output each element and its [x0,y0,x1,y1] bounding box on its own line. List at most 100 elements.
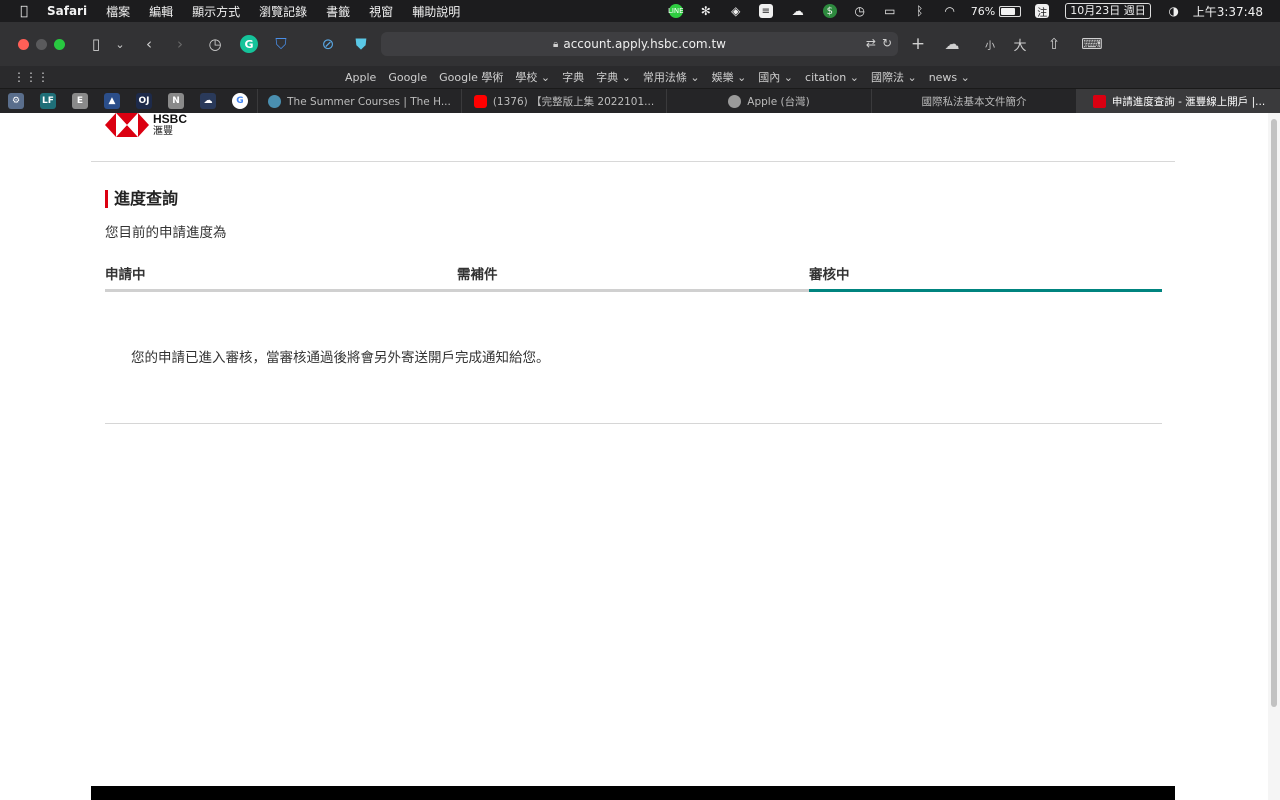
apple-menu-icon[interactable]:  [17,4,31,19]
page-scrollbar[interactable] [1268,113,1280,800]
bookmark-folder-school[interactable]: 學校 ⌄ [515,69,550,85]
step-documents-needed: 需補件 [457,263,809,295]
web-page: HSBC 滙豐 進度查詢 您目前的申請進度為 申請中 需補件 審核中 您的申請已… [0,113,1268,800]
url-text: account.apply.hsbc.com.tw [563,37,726,51]
step-applying: 申請中 [105,263,457,295]
menu-bar:  Safari 檔案 編輯 顯示方式 瀏覽記錄 書籤 視窗 輔助說明 LINE… [0,0,1280,22]
bookmark-folder-news[interactable]: news ⌄ [929,71,970,84]
translate-icon[interactable]: ⇄ [866,36,876,50]
chevron-down-icon[interactable]: ⌄ [111,35,129,53]
bookmark-apple[interactable]: Apple [345,71,376,84]
bookmark-google-scholar[interactable]: Google 學術 [439,69,503,85]
grammarly-icon[interactable]: G [240,35,258,53]
clock[interactable]: 上午3:37:48 [1193,3,1263,20]
menu-edit[interactable]: 編輯 [149,3,173,20]
bookmark-folder-entertainment[interactable]: 娛樂 ⌄ [712,69,747,85]
bookmark-folder-statutes[interactable]: 常用法條 ⌄ [643,69,700,85]
forward-button[interactable]: › [171,35,189,53]
battery-percent: 76% [970,4,996,18]
keyboard-icon[interactable]: ⌨ [1081,35,1103,53]
step-label: 審核中 [809,267,850,283]
apple-icon [728,95,742,108]
progress-steps: 申請中 需補件 審核中 [105,263,1162,295]
tab-title: 國際私法基本文件簡介 [921,96,1027,108]
header-divider [91,161,1175,162]
input-method-icon[interactable]: 注 [1035,4,1050,19]
step-bar [457,289,809,292]
control-center-icon[interactable]: ◑ [1167,4,1181,18]
tab-youtube[interactable]: (1376) 【完整版上集 2022101... [461,89,666,114]
text-larger-button[interactable]: 大 [1011,35,1029,54]
tab-bar: ⚙ LF E ▲ OJ N ☁ G The Summer Courses | The H...… [0,88,1280,114]
address-bar[interactable]: 🔒︎ account.apply.hsbc.com.tw ⇄ ↻ [381,32,898,56]
bitwarden-icon[interactable]: ⛉ [272,35,290,53]
notion-icon[interactable]: N [168,93,184,109]
hsbc-logo-text[interactable]: HSBC 滙豐 [153,113,187,138]
lock-icon: 🔒︎ [553,38,559,50]
cloud-icon[interactable]: ☁ [789,4,807,18]
tab-hsbc-progress[interactable]: 申請進度查詢 - 滙豐線上開戶 |... [1076,89,1280,114]
dollar-icon[interactable]: $ [822,4,837,18]
minimize-window-button[interactable] [36,39,47,50]
oj-icon[interactable]: OJ [136,93,152,109]
lf-icon[interactable]: LF [40,93,56,109]
app-name-menu[interactable]: Safari [47,4,87,18]
menu-window[interactable]: 視窗 [369,3,393,20]
menu-history[interactable]: 瀏覽記錄 [259,3,307,20]
tab-title: Apple (台灣) [747,96,810,108]
onedrive-icon[interactable]: ☁ [200,93,216,109]
shield-icon[interactable]: ⛊ [352,35,370,53]
sidebar-toggle-icon[interactable]: ▯ [87,35,105,53]
dropbox-icon[interactable]: ◈ [729,4,743,18]
tab-private-intl-law[interactable]: 國際私法基本文件簡介 [871,89,1076,114]
line-icon[interactable]: LINE [668,4,684,18]
bookmark-folder-dictionary[interactable]: 字典 ⌄ [596,69,631,85]
tab-summer-courses[interactable]: The Summer Courses | The H... [257,89,461,114]
bookmark-folder-citation[interactable]: citation ⌄ [805,71,859,84]
section-title: 進度查詢 [105,190,178,208]
icloud-tabs-icon[interactable]: ☁ [943,35,961,53]
section-subtitle: 您目前的申請進度為 [105,225,227,241]
bookmarks-bar: ⋮⋮⋮ Apple Google Google 學術 學校 ⌄ 字典 字典 ⌄ … [0,66,1280,88]
menu-help[interactable]: 輔助說明 [412,3,460,20]
bookmark-google[interactable]: Google [388,71,427,84]
scrollbar-thumb[interactable] [1271,119,1277,707]
tab-apple-taiwan[interactable]: Apple (台灣) [666,89,871,114]
bookmark-folder-intl-law[interactable]: 國際法 ⌄ [871,69,917,85]
share-icon[interactable]: ⇧ [1045,35,1063,53]
wifi-icon[interactable]: ◠ [943,4,957,18]
reload-icon[interactable]: ↻ [882,36,892,50]
content-divider [105,423,1162,424]
triangle-icon[interactable]: ▲ [104,93,120,109]
compass-icon[interactable]: ⊘ [319,35,337,53]
step-label: 申請中 [105,267,146,283]
logo-english: HSBC [153,113,188,126]
new-tab-icon[interactable]: + [909,34,927,54]
gear-icon[interactable]: ⚙ [8,93,24,109]
step-label: 需補件 [457,267,498,283]
date-display[interactable]: 10月23日 週日 [1065,3,1151,19]
tab-title: 申請進度查詢 - 滙豐線上開戶 |... [1111,96,1266,108]
text-smaller-button[interactable]: 小 [981,35,999,53]
battery-indicator[interactable]: 76% [970,4,1022,18]
step-bar [105,289,457,292]
aperture-icon[interactable]: ✻ [699,4,713,18]
back-button[interactable]: ‹ [140,35,158,53]
menu-view[interactable]: 顯示方式 [192,3,240,20]
fullscreen-window-button[interactable] [54,39,65,50]
close-window-button[interactable] [18,39,29,50]
bookmark-folder-domestic[interactable]: 國內 ⌄ [758,69,793,85]
notes-icon[interactable]: ≡ [758,4,773,18]
history-icon[interactable]: ◷ [206,35,224,53]
youtube-icon [473,95,487,108]
bookmark-dictionary[interactable]: 字典 [562,69,584,85]
bluetooth-icon[interactable]: ᛒ [913,4,927,18]
google-icon[interactable]: G [232,93,248,109]
menu-bookmarks[interactable]: 書籤 [326,3,350,20]
hsbc-logo-icon[interactable] [105,113,149,137]
time-machine-icon[interactable]: ◷ [853,4,867,18]
menu-file[interactable]: 檔案 [106,3,130,20]
display-icon[interactable]: ▭ [883,4,897,18]
grid-icon[interactable]: ⋮⋮⋮ [13,70,49,84]
e-icon[interactable]: E [72,93,88,109]
